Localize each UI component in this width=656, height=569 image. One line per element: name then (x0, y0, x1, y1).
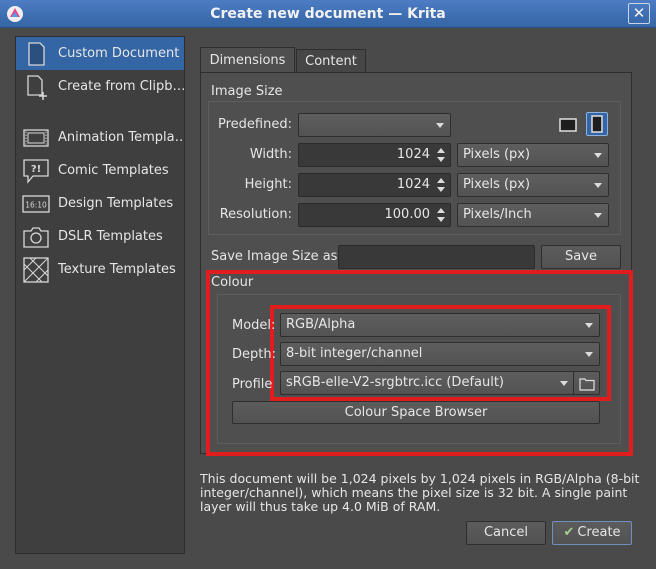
save-size-button[interactable]: Save (541, 245, 621, 269)
predefined-select[interactable] (298, 113, 451, 137)
spin-up-icon[interactable] (437, 148, 445, 153)
clipboard-new-icon (22, 73, 50, 101)
template-sidebar: Custom Document Create from Clipb… Anima… (15, 36, 185, 554)
sidebar-item-label: Texture Templates (58, 262, 176, 277)
chevron-down-icon (594, 153, 602, 158)
colour-model-select[interactable]: RGB/Alpha (280, 313, 600, 337)
camera-icon (22, 223, 50, 251)
depth-label: Depth: (232, 347, 276, 362)
sidebar-item-label: Comic Templates (58, 163, 169, 178)
spin-up-icon[interactable] (437, 208, 445, 213)
sidebar-item-comic-templates[interactable]: ?! Comic Templates (16, 154, 184, 187)
predefined-label: Predefined: (218, 117, 292, 132)
chevron-down-icon (436, 123, 444, 128)
spin-up-icon[interactable] (437, 178, 445, 183)
chevron-down-icon (560, 381, 568, 386)
height-unit-select[interactable]: Pixels (px) (457, 173, 609, 197)
window-title: Create new document — Krita (210, 6, 446, 22)
portrait-icon[interactable] (586, 112, 608, 136)
colour-depth-select[interactable]: 8-bit integer/channel (280, 342, 600, 366)
sidebar-item-label: DSLR Templates (58, 229, 163, 244)
sidebar-item-dslr-templates[interactable]: DSLR Templates (16, 220, 184, 253)
chevron-down-icon (585, 323, 593, 328)
design-icon-text: 16:10 (25, 200, 47, 209)
checkmark-icon: ✔ (563, 525, 575, 540)
save-size-name-input[interactable] (338, 245, 535, 269)
spin-down-icon[interactable] (437, 157, 445, 162)
create-button[interactable]: ✔ Create (552, 521, 632, 545)
sidebar-item-label: Create from Clipb… (58, 79, 184, 94)
image-size-group-label: Image Size (211, 84, 283, 99)
sidebar-item-label: Custom Document (58, 46, 180, 61)
height-spinbox[interactable]: 1024 (298, 173, 451, 197)
title-bar: Create new document — Krita ✕ (0, 0, 656, 28)
model-label: Model: (232, 318, 276, 333)
comic-icon-text: ?! (31, 164, 41, 175)
resolution-unit-select[interactable]: Pixels/Inch (457, 203, 609, 227)
sidebar-item-custom-document[interactable]: Custom Document (16, 37, 184, 70)
landscape-icon[interactable] (556, 113, 578, 135)
document-summary: This document will be 1,024 pixels by 1,… (200, 471, 640, 514)
resolution-label: Resolution: (219, 207, 292, 222)
tab-dimensions[interactable]: Dimensions (200, 47, 295, 74)
width-spinbox[interactable]: 1024 (298, 143, 451, 167)
film-icon (22, 124, 50, 152)
sidebar-item-label: Animation Templa… (58, 130, 184, 145)
sidebar-item-animation-templates[interactable]: Animation Templa… (16, 121, 184, 154)
colour-space-browser-button[interactable]: Colour Space Browser (232, 401, 600, 424)
close-icon[interactable]: ✕ (628, 3, 650, 24)
width-unit-select[interactable]: Pixels (px) (457, 143, 609, 167)
cancel-button[interactable]: Cancel (466, 521, 546, 545)
width-label: Width: (249, 147, 292, 162)
chevron-down-icon (594, 183, 602, 188)
design-screen-icon: 16:10 (22, 190, 50, 218)
resolution-spinbox[interactable]: 100.00 (298, 203, 451, 227)
folder-icon (578, 378, 595, 391)
profile-label: Profile (232, 377, 273, 392)
colour-profile-select[interactable]: sRGB-elle-V2-srgbtrc.icc (Default) (280, 371, 575, 395)
save-size-label: Save Image Size as: (211, 249, 342, 264)
document-icon (22, 40, 50, 68)
texture-icon (22, 256, 50, 284)
sidebar-item-texture-templates[interactable]: Texture Templates (16, 253, 184, 286)
height-label: Height: (244, 177, 292, 192)
speech-bubble-icon: ?! (22, 157, 50, 185)
tab-content[interactable]: Content (296, 49, 366, 73)
sidebar-item-create-from-clipboard[interactable]: Create from Clipb… (16, 70, 184, 103)
spin-down-icon[interactable] (437, 217, 445, 222)
sidebar-item-design-templates[interactable]: 16:10 Design Templates (16, 187, 184, 220)
sidebar-item-label: Design Templates (58, 196, 174, 211)
profile-browse-button[interactable] (573, 371, 600, 395)
chevron-down-icon (594, 213, 602, 218)
chevron-down-icon (585, 352, 593, 357)
spin-down-icon[interactable] (437, 187, 445, 192)
